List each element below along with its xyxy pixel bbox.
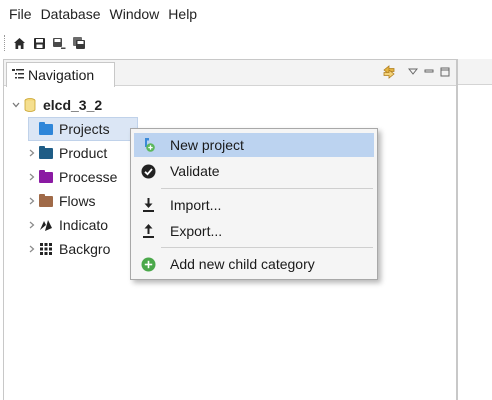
menu-item-export[interactable]: Export... bbox=[134, 219, 374, 243]
menu-item-label: Add new child category bbox=[170, 256, 315, 272]
tree-item-product[interactable]: Product bbox=[26, 141, 107, 165]
new-project-icon bbox=[140, 137, 156, 153]
menu-item-label: Export... bbox=[170, 223, 223, 239]
menu-database[interactable]: Database bbox=[41, 5, 101, 23]
tree-item-label: Indicato bbox=[59, 217, 109, 233]
save-icon[interactable] bbox=[32, 36, 46, 50]
toolbar-grip bbox=[4, 35, 6, 51]
menu-item-validate[interactable]: Validate bbox=[134, 159, 374, 183]
tree-item-label: Backgro bbox=[59, 241, 111, 257]
menu-separator bbox=[161, 247, 373, 248]
add-circle-icon bbox=[140, 256, 156, 272]
tree-item-label: Flows bbox=[59, 193, 96, 209]
menu-item-import[interactable]: Import... bbox=[134, 193, 374, 217]
tree-item-label: Processe bbox=[59, 169, 118, 185]
grid-icon bbox=[38, 242, 54, 256]
import-icon bbox=[140, 197, 156, 213]
menu-file[interactable]: File bbox=[9, 5, 32, 23]
folder-icon bbox=[38, 121, 54, 136]
navigation-icon bbox=[12, 67, 24, 83]
tree-item-background[interactable]: Backgro bbox=[26, 237, 110, 261]
tree-item-processes[interactable]: Processe bbox=[26, 165, 117, 189]
menu-window[interactable]: Window bbox=[110, 5, 160, 23]
tree-item-flows[interactable]: Flows bbox=[26, 189, 96, 213]
chevron-down-icon[interactable] bbox=[10, 100, 22, 110]
minimize-icon[interactable] bbox=[423, 64, 435, 80]
link-with-editor-icon[interactable] bbox=[380, 64, 398, 80]
tab-navigation[interactable]: Navigation bbox=[6, 62, 115, 87]
editor-area-header bbox=[458, 59, 492, 85]
maximize-icon[interactable] bbox=[439, 64, 451, 80]
toolbar bbox=[0, 32, 492, 54]
check-circle-icon bbox=[140, 163, 156, 179]
menu-item-label: New project bbox=[170, 137, 244, 153]
context-menu: New project Validate Import... Export...… bbox=[130, 128, 378, 280]
indicator-icon bbox=[38, 218, 54, 232]
editor-area bbox=[457, 59, 492, 400]
chevron-right-icon[interactable] bbox=[26, 148, 38, 158]
menu-item-label: Import... bbox=[170, 197, 222, 213]
tree-item-label: Projects bbox=[59, 121, 110, 137]
tree-item-label: Product bbox=[59, 145, 108, 161]
chevron-right-icon[interactable] bbox=[26, 220, 38, 230]
tree-root-label: elcd_3_2 bbox=[43, 97, 103, 113]
folder-icon bbox=[38, 169, 54, 184]
menu-bar: File Database Window Help bbox=[0, 0, 492, 28]
chevron-right-icon[interactable] bbox=[26, 196, 38, 206]
chevron-right-icon[interactable] bbox=[26, 172, 38, 182]
tree-item-indicators[interactable]: Indicato bbox=[26, 213, 108, 237]
save-all-icon[interactable] bbox=[72, 36, 86, 50]
save-as-icon[interactable] bbox=[52, 36, 66, 50]
view-menu-icon[interactable] bbox=[407, 64, 419, 80]
folder-icon bbox=[38, 193, 54, 208]
menu-item-label: Validate bbox=[170, 163, 220, 179]
tree-item-projects[interactable]: Projects bbox=[10, 117, 138, 141]
view-header: Navigation bbox=[4, 60, 456, 87]
folder-icon bbox=[38, 145, 54, 160]
export-icon bbox=[140, 223, 156, 239]
chevron-right-icon[interactable] bbox=[26, 244, 38, 254]
menu-item-new-project[interactable]: New project bbox=[134, 133, 374, 157]
tab-label: Navigation bbox=[28, 67, 95, 83]
menu-item-add-child-category[interactable]: Add new child category bbox=[134, 252, 374, 276]
menu-separator bbox=[161, 188, 373, 189]
tree-root[interactable]: elcd_3_2 bbox=[10, 93, 102, 117]
menu-help[interactable]: Help bbox=[168, 5, 197, 23]
database-icon bbox=[22, 98, 38, 112]
home-icon[interactable] bbox=[12, 36, 26, 50]
